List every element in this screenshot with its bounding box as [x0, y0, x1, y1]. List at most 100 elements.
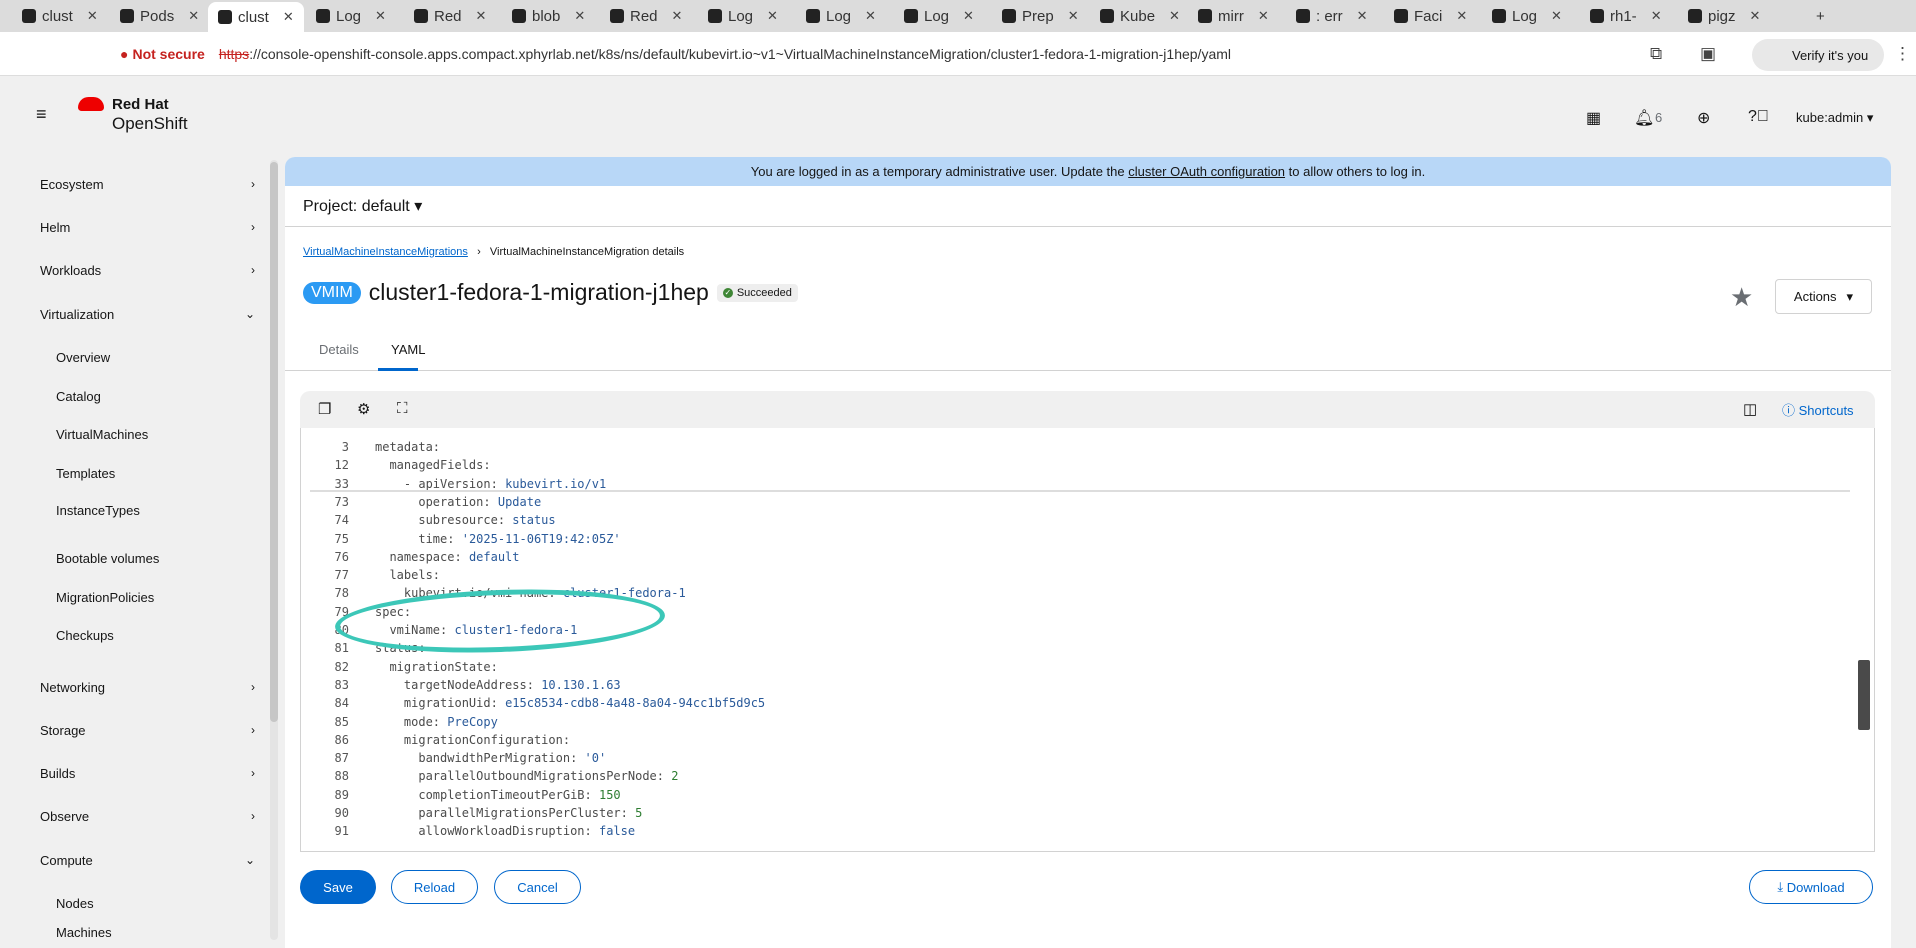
sidebar-subitem[interactable]: Machines: [56, 925, 112, 940]
close-tab-icon[interactable]: ✕: [1068, 8, 1079, 24]
browser-tab[interactable]: Pods ✕: [110, 4, 206, 28]
close-tab-icon[interactable]: ✕: [188, 8, 199, 24]
close-tab-icon[interactable]: ✕: [476, 8, 487, 24]
settings-gear-icon[interactable]: ⚙: [357, 400, 370, 418]
app-launcher-icon[interactable]: ▦: [1586, 108, 1601, 128]
sidebar-item-observe[interactable]: Observe ›: [40, 809, 255, 824]
add-icon[interactable]: ⊕: [1697, 108, 1710, 128]
sidebar-item-storage[interactable]: Storage ›: [40, 723, 255, 738]
editor-scrollbar[interactable]: [1858, 430, 1870, 850]
code-line[interactable]: 78 kubevirt.io/vmi-name: cluster1-fedora…: [301, 584, 1851, 602]
browser-tab[interactable]: Log ✕: [306, 4, 402, 28]
verify-profile-button[interactable]: Verify it's you: [1752, 39, 1884, 71]
code-line[interactable]: 90 parallelMigrationsPerCluster: 5: [301, 804, 1851, 822]
notification-count[interactable]: 6: [1655, 110, 1662, 125]
code-line[interactable]: 76 namespace: default: [301, 548, 1851, 566]
browser-tab[interactable]: Log ✕: [698, 4, 794, 28]
browser-tab[interactable]: : err ✕: [1286, 4, 1382, 28]
code-line[interactable]: 74 subresource: status: [301, 511, 1851, 529]
save-button[interactable]: Save: [300, 870, 376, 904]
close-tab-icon[interactable]: ✕: [1750, 8, 1761, 24]
close-tab-icon[interactable]: ✕: [963, 8, 974, 24]
close-tab-icon[interactable]: ✕: [283, 9, 294, 25]
code-line[interactable]: 83 targetNodeAddress: 10.130.1.63: [301, 676, 1851, 694]
sidebar-subitem[interactable]: Nodes: [56, 896, 94, 911]
shortcuts-button[interactable]: ⓘ Shortcuts: [1782, 400, 1854, 419]
browser-tab[interactable]: mirr ✕: [1188, 4, 1284, 28]
sidebar-subitem[interactable]: MigrationPolicies: [56, 590, 154, 605]
reload-button[interactable]: Reload: [391, 870, 478, 904]
code-line[interactable]: 77 labels:: [301, 566, 1851, 584]
reader-icon[interactable]: ▣: [1700, 44, 1716, 64]
browser-tab[interactable]: blob ✕: [502, 4, 598, 28]
browser-tab[interactable]: Faci ✕: [1384, 4, 1480, 28]
browser-tab[interactable]: clust ✕: [12, 4, 108, 28]
sidebar-toggle-icon[interactable]: ◫: [1743, 400, 1757, 418]
sidebar-item-compute[interactable]: Compute ⌄: [40, 853, 255, 868]
code-line[interactable]: 91 allowWorkloadDisruption: false: [301, 822, 1851, 840]
project-selector[interactable]: Project: default ▾: [285, 186, 1891, 227]
sidebar-item-builds[interactable]: Builds ›: [40, 766, 255, 781]
fullscreen-icon[interactable]: ⛶: [397, 400, 408, 417]
close-tab-icon[interactable]: ✕: [865, 8, 876, 24]
code-line[interactable]: 80 vmiName: cluster1-fedora-1: [301, 621, 1851, 639]
new-tab-button[interactable]: +: [1806, 4, 1825, 28]
sidebar-subitem[interactable]: Overview: [56, 350, 110, 365]
browser-tab[interactable]: Log ✕: [1482, 4, 1578, 28]
close-tab-icon[interactable]: ✕: [1258, 8, 1269, 24]
close-tab-icon[interactable]: ✕: [574, 8, 585, 24]
close-tab-icon[interactable]: ✕: [87, 8, 98, 24]
help-icon[interactable]: ?⃝: [1748, 108, 1769, 126]
code-line[interactable]: 85 mode: PreCopy: [301, 713, 1851, 731]
browser-tab[interactable]: Log ✕: [796, 4, 892, 28]
sidebar-subitem[interactable]: InstanceTypes: [56, 503, 140, 518]
browser-tab[interactable]: Red ✕: [600, 4, 696, 28]
close-tab-icon[interactable]: ✕: [1169, 8, 1180, 24]
code-line[interactable]: 84 migrationUid: e15c8534-cdb8-4a48-8a04…: [301, 694, 1851, 712]
sidebar-item-ecosystem[interactable]: Ecosystem ›: [40, 177, 255, 192]
code-line[interactable]: 87 bandwidthPerMigration: '0': [301, 749, 1851, 767]
browser-tab[interactable]: Kube ✕: [1090, 4, 1186, 28]
browser-tab[interactable]: Log ✕: [894, 4, 990, 28]
download-button[interactable]: ⤓ Download: [1749, 870, 1873, 904]
code-line[interactable]: 73 operation: Update: [301, 493, 1851, 511]
close-tab-icon[interactable]: ✕: [672, 8, 683, 24]
browser-tab[interactable]: pigz ✕: [1678, 4, 1774, 28]
code-line[interactable]: 82 migrationState:: [301, 658, 1851, 676]
tab-yaml[interactable]: YAML: [391, 342, 425, 357]
close-tab-icon[interactable]: ✕: [375, 8, 386, 24]
sidebar-item-workloads[interactable]: Workloads ›: [40, 263, 255, 278]
code-line[interactable]: 75 time: '2025-11-06T19:42:05Z': [301, 530, 1851, 548]
favorite-star-icon[interactable]: ★: [1730, 282, 1753, 313]
code-line[interactable]: 88 parallelOutboundMigrationsPerNode: 2: [301, 767, 1851, 785]
close-tab-icon[interactable]: ✕: [1651, 8, 1662, 24]
copy-icon[interactable]: ❐: [318, 400, 331, 418]
code-line[interactable]: 3 metadata:: [301, 438, 1851, 456]
address-bar[interactable]: ● Not secure https ://console-openshift-…: [120, 38, 1620, 70]
hamburger-icon[interactable]: ≡: [36, 104, 47, 125]
not-secure-indicator[interactable]: ●: [120, 46, 128, 62]
sidebar-item-networking[interactable]: Networking ›: [40, 680, 255, 695]
browser-tab[interactable]: Red ✕: [404, 4, 500, 28]
code-line[interactable]: 86 migrationConfiguration:: [301, 731, 1851, 749]
browser-tab[interactable]: Prep ✕: [992, 4, 1088, 28]
breadcrumb-link[interactable]: VirtualMachineInstanceMigrations: [303, 246, 468, 258]
code-line[interactable]: 12 managedFields:: [301, 456, 1851, 474]
browser-tab[interactable]: rh1- ✕: [1580, 4, 1676, 28]
sidebar-subitem[interactable]: Bootable volumes: [56, 551, 159, 566]
tab-details[interactable]: Details: [319, 342, 359, 357]
code-line[interactable]: 81 status:: [301, 639, 1851, 657]
code-line[interactable]: 89 completionTimeoutPerGiB: 150: [301, 786, 1851, 804]
oauth-config-link[interactable]: cluster OAuth configuration: [1128, 164, 1285, 179]
sidebar-item-helm[interactable]: Helm ›: [40, 220, 255, 235]
sidebar-subitem[interactable]: Checkups: [56, 628, 114, 643]
bell-icon[interactable]: 🔔︎: [1634, 108, 1654, 128]
not-secure-label[interactable]: Not secure: [132, 46, 204, 62]
editor-scroll-thumb[interactable]: [1858, 660, 1870, 730]
close-tab-icon[interactable]: ✕: [1456, 8, 1467, 24]
user-menu[interactable]: kube:admin ▾: [1796, 110, 1873, 126]
code-line[interactable]: 79 spec:: [301, 603, 1851, 621]
sidebar-subitem[interactable]: Catalog: [56, 389, 101, 404]
sidebar-subitem[interactable]: VirtualMachines: [56, 427, 148, 442]
close-tab-icon[interactable]: ✕: [767, 8, 778, 24]
